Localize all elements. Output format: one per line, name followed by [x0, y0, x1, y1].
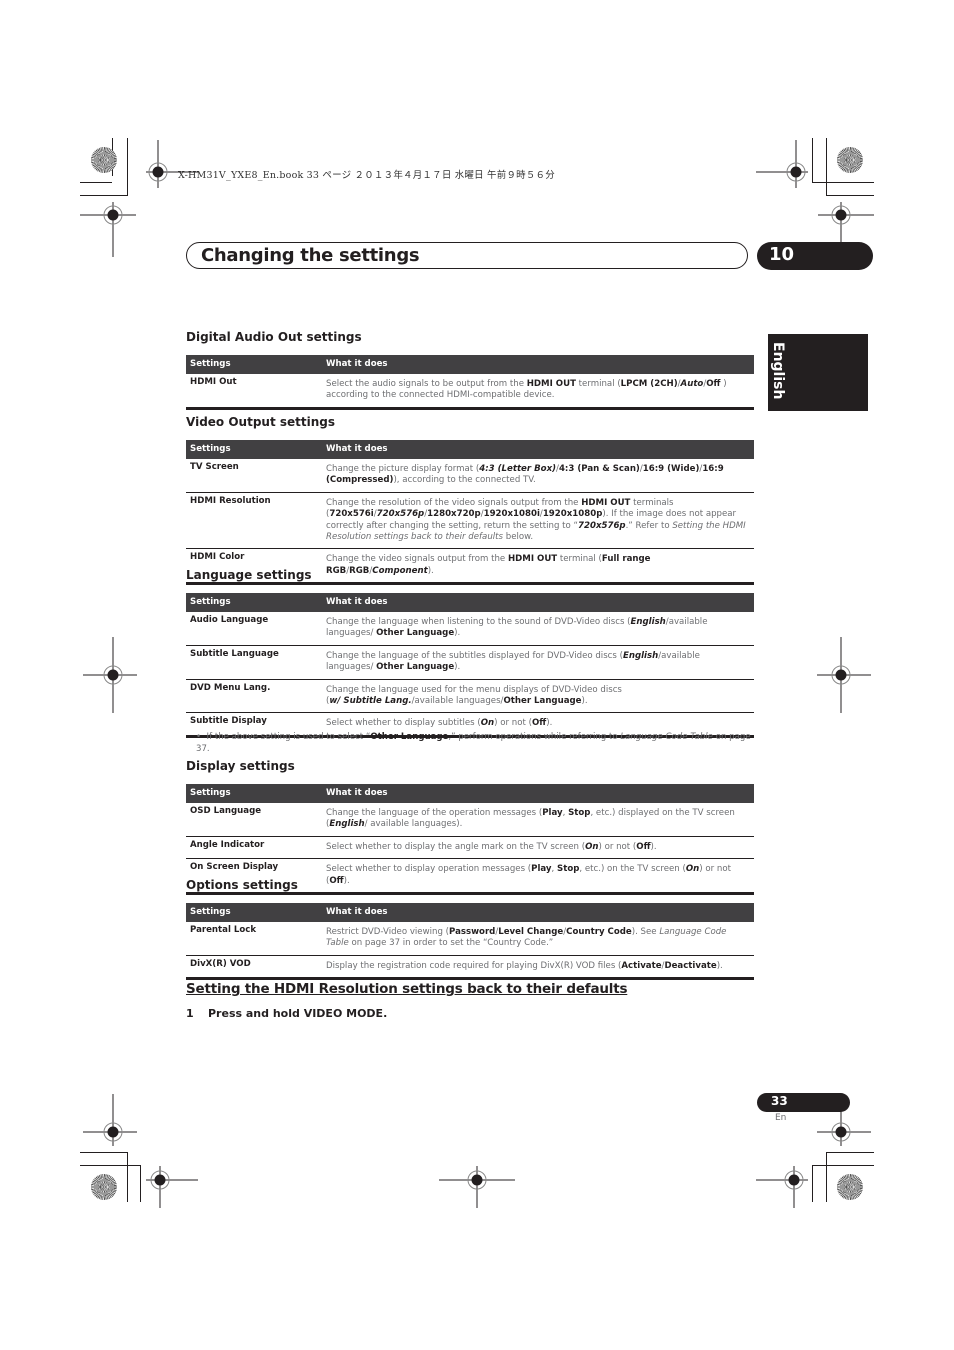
section-title-video-output: Video Output settings — [186, 415, 336, 429]
column-header-settings: Settings — [186, 593, 322, 612]
section-title-options: Options settings — [186, 878, 298, 892]
setting-name: DVD Menu Lang. — [186, 678, 322, 713]
language-note: • If the above setting is used to select… — [196, 732, 751, 754]
options-table: Settings What it does Parental Lock Restric… — [186, 903, 754, 981]
table-row: DVD Menu Lang. Change the language used f… — [186, 678, 754, 713]
table-row: Audio Language Change the language when l… — [186, 612, 754, 645]
table-header-row: Settings What it does — [186, 903, 754, 922]
hdmi-defaults-heading: Setting the HDMI Resolution settings bac… — [186, 981, 628, 997]
page-header: Changing the settings — [186, 242, 748, 269]
table-row: DivX(R) VOD Display the registration code… — [186, 954, 754, 981]
setting-description: Restrict DVD-Video viewing (Password/Lev… — [326, 927, 727, 949]
column-header-settings: Settings — [186, 355, 322, 374]
section-title-digital-audio: Digital Audio Out settings — [186, 330, 362, 344]
digital-audio-table: Settings What it does HDMI Out Select the a… — [186, 355, 754, 410]
setting-description: Change the video signals output from the… — [322, 548, 754, 586]
setting-description: Display the registration code required f… — [322, 954, 754, 981]
step-number: 1 — [186, 1007, 194, 1020]
table-row: OSD Language Change the language of the o… — [186, 803, 754, 836]
video-output-table: Settings What it does TV Screen Change the … — [186, 440, 754, 586]
setting-name: Angle Indicator — [186, 835, 322, 859]
column-header-what-it-does: What it does — [322, 440, 754, 459]
table-row: Parental Lock Restrict DVD-Video viewing … — [186, 922, 754, 955]
table-header-row: Settings What it does — [186, 355, 754, 374]
step-text: Press and hold VIDEO MODE. — [208, 1007, 388, 1020]
setting-description: Change the language used for the menu di… — [322, 678, 754, 713]
table-row: HDMI Out Select the audio signals to be o… — [186, 374, 754, 410]
print-slug: X-HM31V_YXE8_En.book 33 ページ ２０１３年４月１７日 水… — [178, 170, 555, 181]
setting-description: Change the language when listening to th… — [326, 617, 708, 639]
column-header-what-it-does: What it does — [322, 593, 754, 612]
column-header-what-it-does: What it does — [322, 903, 754, 922]
table-row: TV Screen Change the picture display form… — [186, 459, 754, 492]
language-tab: English — [768, 334, 868, 411]
setting-name: Subtitle Language — [186, 644, 322, 680]
setting-name: DivX(R) VOD — [186, 954, 322, 981]
table-header-row: Settings What it does — [186, 440, 754, 459]
setting-name: TV Screen — [190, 462, 239, 472]
setting-description: Change the language of the operation mes… — [326, 808, 735, 830]
page-number-badge: 33 — [757, 1093, 850, 1112]
table-row: Subtitle Language Change the language of … — [186, 644, 754, 680]
setting-description: Select whether to display the angle mark… — [322, 835, 754, 859]
table-row: Angle Indicator Select whether to display… — [186, 835, 754, 859]
language-tab-label: English — [770, 342, 786, 400]
chapter-number: 10 — [769, 244, 795, 265]
setting-description: Select the audio signals to be output fr… — [322, 374, 754, 410]
column-header-settings: Settings — [186, 440, 322, 459]
column-header-settings: Settings — [186, 903, 322, 922]
setting-description: Change the resolution of the video signa… — [322, 491, 754, 549]
setting-description: Change the language of the subtitles dis… — [322, 644, 754, 680]
setting-description: Change the picture display format (4:3 (… — [326, 464, 724, 486]
column-header-what-it-does: What it does — [322, 355, 754, 374]
language-table: Settings What it does Audio Language Change… — [186, 593, 754, 738]
setting-name: HDMI Resolution — [186, 491, 322, 549]
table-header-row: Settings What it does — [186, 784, 754, 803]
setting-name: OSD Language — [190, 806, 262, 816]
table-row: HDMI Resolution Change the resolution of … — [186, 491, 754, 549]
section-title-language: Language settings — [186, 568, 312, 582]
column-header-what-it-does: What it does — [322, 784, 754, 803]
page-language: En — [775, 1113, 787, 1123]
page-title: Changing the settings — [201, 245, 420, 266]
step-1: 1 Press and hold VIDEO MODE. — [186, 1007, 387, 1020]
setting-name: Parental Lock — [190, 925, 257, 935]
setting-name: HDMI Out — [186, 374, 322, 410]
chapter-badge: 10 — [757, 242, 873, 270]
section-title-display: Display settings — [186, 759, 295, 773]
setting-name: Audio Language — [190, 615, 269, 625]
setting-description: Select whether to display operation mess… — [322, 858, 754, 896]
table-header-row: Settings What it does — [186, 593, 754, 612]
column-header-settings: Settings — [186, 784, 322, 803]
page-number: 33 — [771, 1094, 788, 1108]
